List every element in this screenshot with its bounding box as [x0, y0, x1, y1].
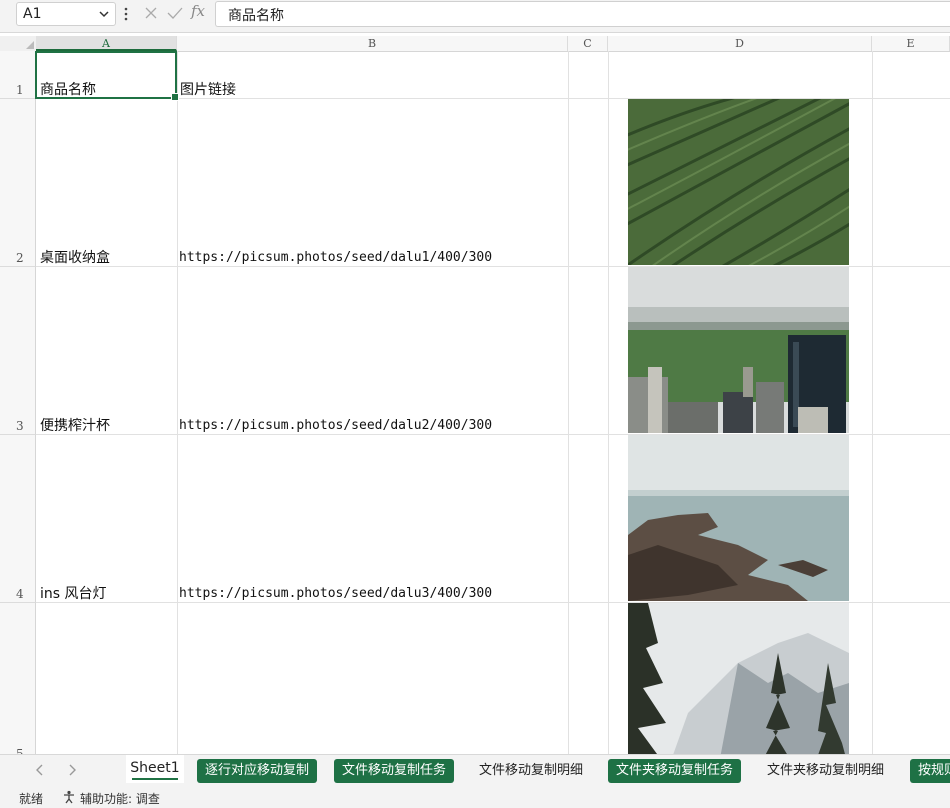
fill-handle[interactable] — [171, 93, 179, 101]
row-header-1[interactable]: 1 — [0, 51, 36, 99]
tab-file-move-copy-detail[interactable]: 文件移动复制明细 — [471, 759, 591, 783]
cell-a2[interactable]: 桌面收纳盒 — [40, 250, 110, 266]
row-number: 4 — [16, 587, 24, 601]
row-number: 1 — [16, 83, 24, 97]
chevron-left-icon[interactable] — [33, 763, 47, 777]
cell-b1[interactable]: 图片链接 — [180, 82, 236, 98]
chevron-right-icon[interactable] — [65, 763, 79, 777]
tab-folder-move-copy-detail[interactable]: 文件夹移动复制明细 — [759, 759, 892, 783]
select-all-triangle-icon — [26, 41, 34, 49]
cell-a3[interactable]: 便携榨汁杯 — [40, 418, 110, 434]
column-header-bar: A B C D E — [0, 36, 950, 52]
cell-b4[interactable]: https://picsum.photos/seed/dalu3/400/300 — [179, 586, 492, 602]
grid-line — [872, 51, 873, 754]
column-header-e[interactable]: E — [872, 36, 950, 51]
row-number: 2 — [16, 251, 24, 265]
select-all-button[interactable] — [0, 36, 37, 51]
grid-line — [608, 51, 609, 754]
name-box-value: A1 — [23, 6, 42, 22]
formula-bar: A1 fx 商品名称 — [0, 0, 950, 33]
active-cell-selection[interactable] — [35, 51, 179, 101]
cell-b3[interactable]: https://picsum.photos/seed/dalu2/400/300 — [179, 418, 492, 434]
row-header-3[interactable]: 3 — [0, 267, 36, 435]
grid-line — [568, 51, 569, 754]
checkmark-icon[interactable] — [167, 6, 183, 20]
rocky-shore-sea-photo[interactable] — [628, 435, 849, 601]
tab-label: Sheet1 — [130, 760, 180, 776]
tab-sheet1[interactable]: Sheet1 — [126, 755, 184, 783]
sheet-tab-bar: Sheet1 逐行对应移动复制 文件移动复制任务 文件移动复制明细 文件夹移动复… — [0, 754, 950, 787]
column-header-a[interactable]: A — [36, 36, 177, 51]
cell-b2[interactable]: https://picsum.photos/seed/dalu1/400/300 — [179, 250, 492, 266]
row-header-2[interactable]: 2 — [0, 99, 36, 267]
cell-a4[interactable]: ins 风台灯 — [40, 586, 107, 602]
column-header-b[interactable]: B — [177, 36, 568, 51]
accessibility-status[interactable]: 辅助功能: 调查 — [80, 790, 160, 807]
tab-folder-move-copy-task[interactable]: 文件夹移动复制任务 — [608, 759, 742, 783]
tab-file-move-copy-task[interactable]: 文件移动复制任务 — [334, 759, 455, 783]
row-header-4[interactable]: 4 — [0, 435, 36, 603]
grid-line — [177, 51, 178, 754]
chevron-down-icon[interactable] — [97, 7, 111, 21]
column-header-d[interactable]: D — [608, 36, 872, 51]
accessibility-icon[interactable] — [62, 790, 76, 804]
more-options-icon[interactable] — [121, 5, 131, 23]
tab-row-move-copy[interactable]: 逐行对应移动复制 — [197, 759, 318, 783]
tab-by-rule[interactable]: 按规则 — [910, 759, 950, 783]
row-number: 3 — [16, 419, 24, 433]
snowy-mountain-pines-photo[interactable] — [628, 603, 849, 754]
column-header-c[interactable]: C — [568, 36, 608, 51]
city-park-skyline-photo[interactable] — [628, 267, 849, 433]
insert-function-button[interactable]: fx — [191, 2, 205, 20]
formula-text: 商品名称 — [228, 8, 284, 24]
status-ready: 就绪 — [19, 792, 44, 806]
cell-grid[interactable]: 1 2 3 4 5 商品名称 图片链接 桌面收纳盒 https://picsum… — [0, 51, 950, 754]
field-rows-photo[interactable] — [628, 99, 849, 265]
formula-input[interactable]: 商品名称 — [215, 1, 950, 27]
status-bar: 就绪 辅助功能: 调查 — [0, 786, 950, 808]
cancel-icon[interactable] — [144, 6, 158, 20]
active-tab-indicator — [132, 778, 178, 780]
row-number: 5 — [16, 747, 24, 754]
row-header-5[interactable]: 5 — [0, 603, 36, 754]
name-box[interactable]: A1 — [16, 2, 116, 26]
